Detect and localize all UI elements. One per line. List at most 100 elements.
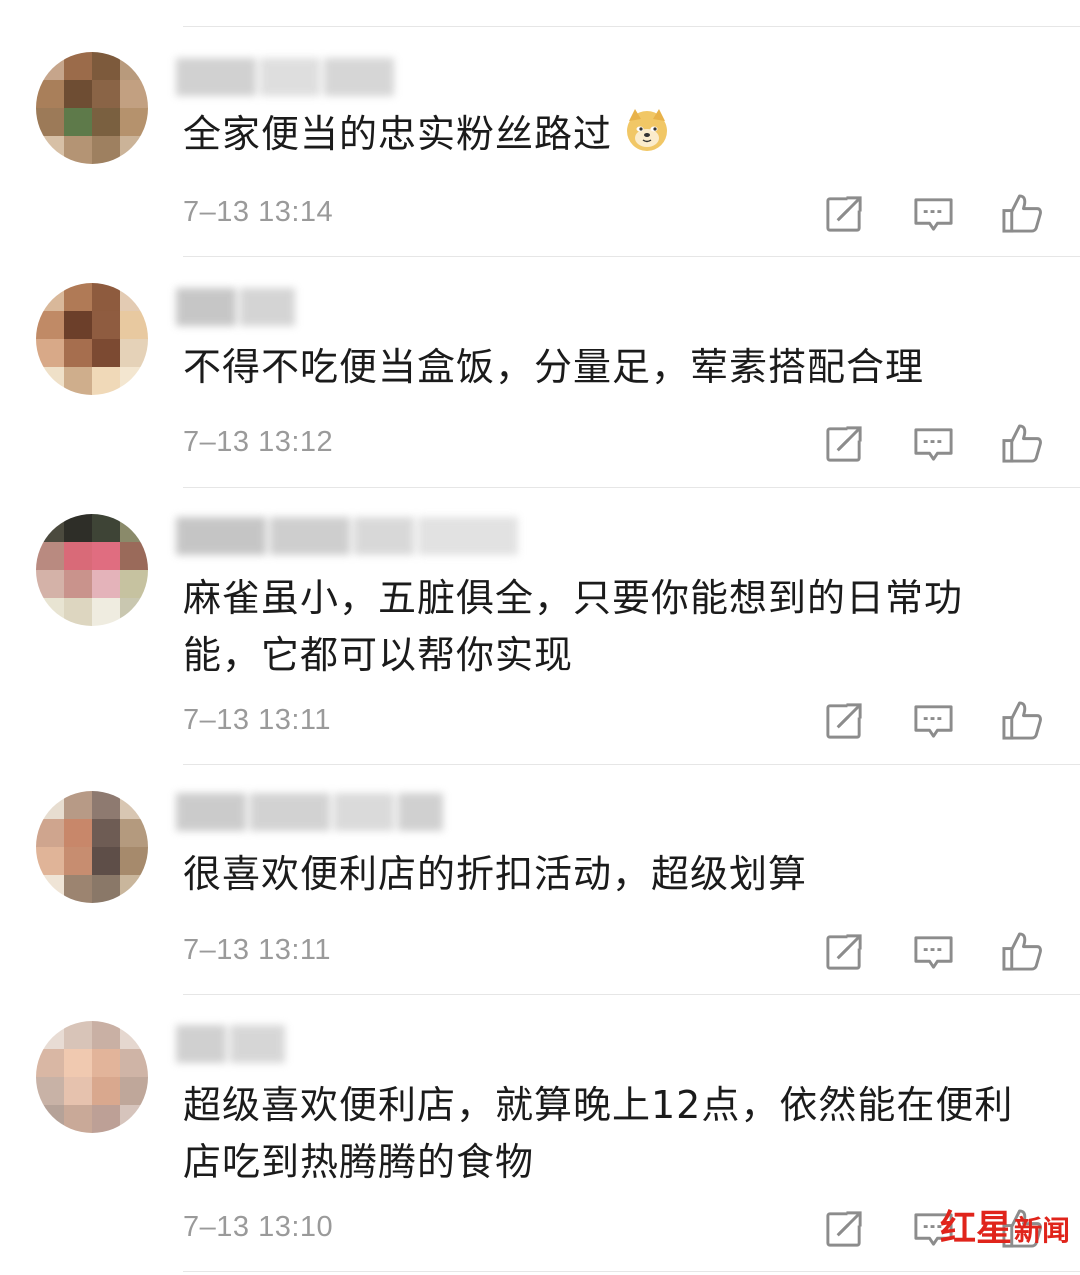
avatar[interactable] [36,52,148,164]
avatar-pixel [92,598,120,626]
avatar-pixel [120,339,148,367]
comment-text: 超级喜欢便利店，就算晚上12点，依然能在便利店吃到热腾腾的食物 [183,1083,1014,1184]
avatar-pixel [120,570,148,598]
avatar-pixel [92,1105,120,1133]
avatar-pixel [92,80,120,108]
comment-time: 7–13 13:12 [183,426,334,458]
avatar-pixel [64,311,92,339]
repost-icon[interactable] [823,422,866,465]
username-blurred[interactable] [176,1025,285,1063]
username-blurred[interactable] [176,517,518,555]
avatar-pixel [36,283,64,311]
avatar-pixel [120,311,148,339]
username-blurred[interactable] [176,58,394,96]
avatar-pixel [92,542,120,570]
avatar-pixel [64,283,92,311]
avatar-pixel [64,819,92,847]
reply-icon[interactable] [912,422,955,465]
avatar-pixel [64,542,92,570]
avatar-pixel [64,136,92,164]
comment-text: 不得不吃便当盒饭，分量足，荤素搭配合理 [183,345,925,389]
repost-icon[interactable] [823,192,866,235]
avatar-pixel [64,1077,92,1105]
like-icon[interactable] [1001,192,1044,235]
avatar-pixel [36,311,64,339]
avatar-pixel [92,367,120,395]
avatar-pixel [36,598,64,626]
avatar-pixel [36,542,64,570]
comment-actions [823,699,1044,742]
avatar-pixel [36,514,64,542]
avatar-pixel [64,598,92,626]
avatar-pixel [92,108,120,136]
avatar-pixel [36,1021,64,1049]
avatar-pixel [64,339,92,367]
avatar-pixel [36,339,64,367]
avatar[interactable] [36,514,148,626]
avatar-pixel [64,80,92,108]
avatar-pixel [120,598,148,626]
reply-icon[interactable] [912,192,955,235]
reply-icon[interactable] [912,699,955,742]
avatar-pixel [36,875,64,903]
divider [183,26,1080,27]
avatar-pixel [64,514,92,542]
divider [183,994,1080,995]
avatar-pixel [36,80,64,108]
avatar[interactable] [36,791,148,903]
avatar-pixel [120,108,148,136]
comment-text: 很喜欢便利店的折扣活动，超级划算 [183,852,808,896]
avatar-pixel [92,847,120,875]
avatar-pixel [36,1077,64,1105]
comment-text: 麻雀虽小，五脏俱全，只要你能想到的日常功能，它都可以帮你实现 [183,576,964,677]
avatar-pixel [120,136,148,164]
avatar-pixel [120,514,148,542]
divider [183,764,1080,765]
avatar[interactable] [36,283,148,395]
avatar-pixel [36,1049,64,1077]
divider [183,487,1080,488]
avatar-pixel [120,819,148,847]
like-icon[interactable] [1001,422,1044,465]
avatar-pixel [120,80,148,108]
avatar-pixel [120,1049,148,1077]
avatar-pixel [36,52,64,80]
avatar-pixel [92,339,120,367]
watermark-text-a: 红星 [939,1207,1012,1249]
avatar-pixel [64,1105,92,1133]
avatar-pixel [36,570,64,598]
comment-time: 7–13 13:10 [183,1211,334,1243]
avatar-pixel [92,1077,120,1105]
comment-time: 7–13 13:14 [183,196,334,228]
comment-actions [823,192,1044,235]
avatar-pixel [120,847,148,875]
avatar-pixel [36,108,64,136]
repost-icon[interactable] [823,930,866,973]
comment-actions [823,422,1044,465]
repost-icon[interactable] [823,1207,866,1250]
username-blurred[interactable] [176,288,295,326]
avatar-pixel [36,1105,64,1133]
avatar-pixel [36,819,64,847]
like-icon[interactable] [1001,699,1044,742]
avatar-pixel [64,847,92,875]
comment-text: 全家便当的忠实粉丝路过 [183,106,1043,163]
repost-icon[interactable] [823,699,866,742]
avatar-pixel [92,283,120,311]
avatar-pixel [64,108,92,136]
like-icon[interactable] [1001,930,1044,973]
divider [183,1271,1080,1272]
avatar-pixel [120,875,148,903]
avatar-pixel [92,1049,120,1077]
avatar-pixel [92,136,120,164]
avatar-pixel [64,1049,92,1077]
avatar[interactable] [36,1021,148,1133]
watermark-logo: 红星 新闻 [940,1199,1070,1251]
avatar-pixel [64,570,92,598]
avatar-pixel [120,791,148,819]
doge-emoji [624,107,670,153]
reply-icon[interactable] [912,930,955,973]
avatar-pixel [120,1021,148,1049]
username-blurred[interactable] [176,793,443,831]
avatar-pixel [36,791,64,819]
